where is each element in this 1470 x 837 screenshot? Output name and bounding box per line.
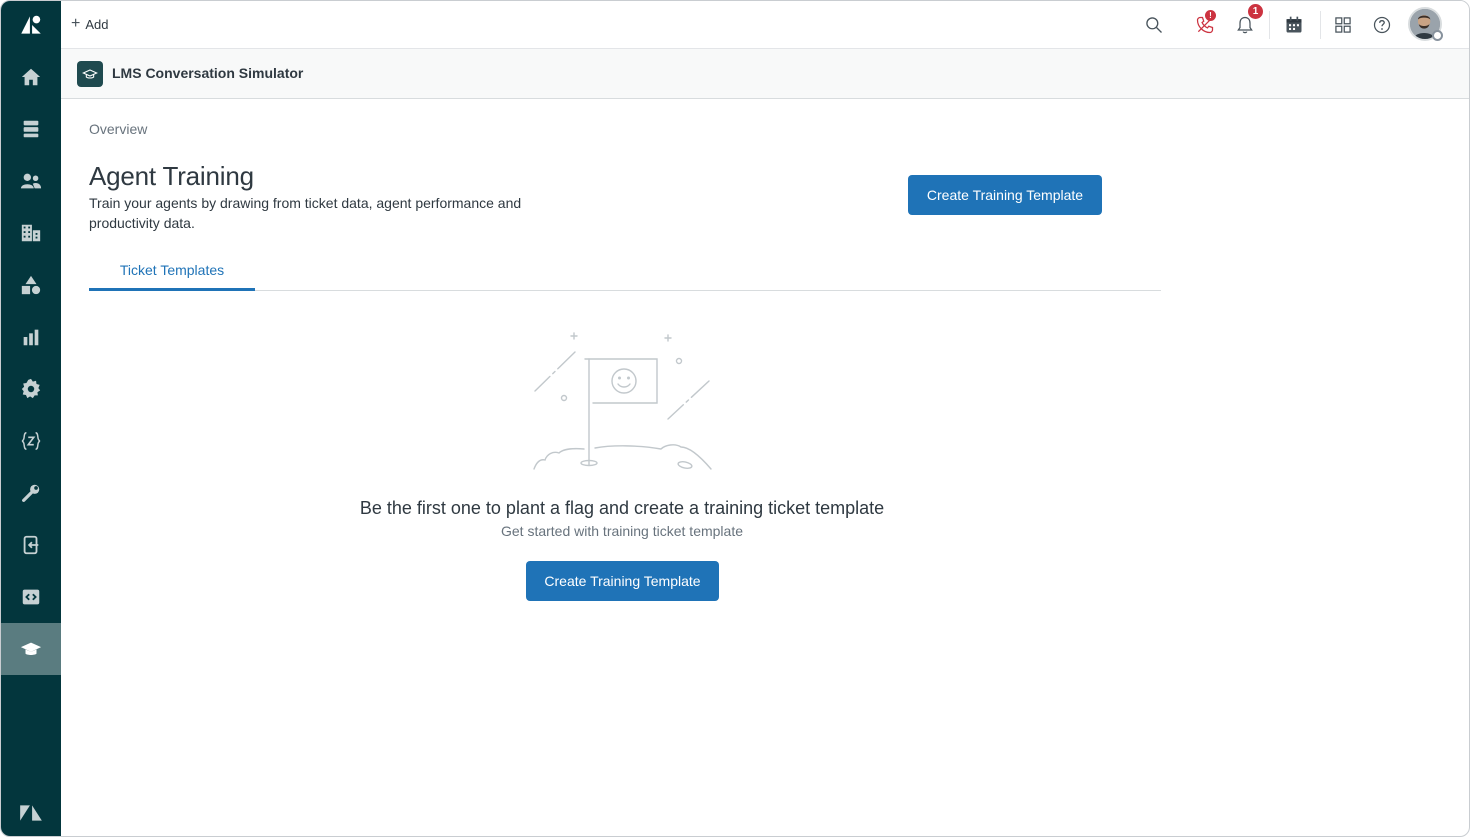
- page-title: Agent Training: [89, 161, 254, 191]
- zendesk-product-logo[interactable]: [1, 1, 61, 49]
- home-icon: [21, 68, 41, 86]
- building-icon: [21, 224, 41, 242]
- sidebar-item-tools[interactable]: [1, 467, 61, 519]
- shapes-icon: [21, 275, 41, 295]
- apps-button[interactable]: [1329, 11, 1357, 39]
- sidebar-item-organizations[interactable]: [1, 207, 61, 259]
- topbar-divider: [1320, 11, 1321, 39]
- create-training-template-button[interactable]: Create Training Template: [908, 175, 1102, 215]
- breadcrumb[interactable]: Overview: [89, 121, 147, 137]
- sidebar-item-export[interactable]: [1, 519, 61, 571]
- sidebar-item-code[interactable]: [1, 571, 61, 623]
- search-icon: [1146, 17, 1162, 33]
- graduation-cap-icon: [20, 642, 42, 655]
- zendesk-logo-icon: [20, 805, 42, 821]
- sidebar-item-views[interactable]: [1, 103, 61, 155]
- views-icon: [23, 120, 39, 138]
- sidebar-item-objects[interactable]: [1, 259, 61, 311]
- phone-alert-badge: !: [1205, 10, 1216, 21]
- availability-status-dot: [1432, 30, 1443, 41]
- sidebar-item-admin[interactable]: [1, 363, 61, 415]
- sidebar-item-training[interactable]: [1, 623, 61, 675]
- calendar-icon: [1286, 16, 1302, 33]
- wrench-icon: [22, 484, 40, 502]
- tab-ticket-templates[interactable]: Ticket Templates: [89, 251, 255, 291]
- top-bar: + Add ! 1: [61, 1, 1469, 49]
- plant-flag-illustration: [533, 332, 712, 470]
- app-window: + Add ! 1 LMS Conversation Simulator Ove…: [0, 0, 1470, 837]
- main-content: Overview Agent Training Train your agent…: [61, 99, 1447, 836]
- product-tray-icon: [21, 15, 41, 34]
- empty-state-title: Be the first one to plant a flag and cre…: [359, 498, 885, 518]
- notifications-badge: 1: [1248, 4, 1263, 19]
- export-icon: [23, 535, 39, 555]
- sidebar: [1, 1, 61, 836]
- topbar-divider: [1269, 11, 1270, 39]
- curly-z-icon: [21, 432, 41, 450]
- code-icon: [22, 589, 40, 605]
- apps-grid-icon: [1335, 17, 1351, 33]
- help-icon: [1373, 16, 1391, 34]
- sidebar-item-customers[interactable]: [1, 155, 61, 207]
- empty-state-create-button[interactable]: Create Training Template: [526, 561, 719, 601]
- zendesk-logo: [1, 789, 61, 836]
- app-logo: [77, 61, 103, 87]
- help-button[interactable]: [1368, 11, 1396, 39]
- page-description: Train your agents by drawing from ticket…: [89, 195, 522, 231]
- gear-icon: [21, 378, 41, 399]
- sidebar-item-sunshine[interactable]: [1, 415, 61, 467]
- bar-chart-icon: [23, 329, 39, 346]
- plus-icon: +: [71, 15, 81, 32]
- graduation-cap-icon: [82, 69, 98, 79]
- add-button[interactable]: + Add: [71, 13, 108, 35]
- add-button-label: Add: [85, 16, 109, 32]
- app-title: LMS Conversation Simulator: [112, 65, 304, 81]
- sidebar-item-reporting[interactable]: [1, 311, 61, 363]
- users-icon: [20, 173, 42, 189]
- sidebar-item-home[interactable]: [1, 51, 61, 103]
- calendar-button[interactable]: [1280, 11, 1308, 39]
- search-button[interactable]: [1140, 11, 1168, 39]
- app-header: LMS Conversation Simulator: [61, 49, 1469, 99]
- empty-state-subtitle: Get started with training ticket templat…: [501, 523, 743, 539]
- tab-list: Ticket Templates: [89, 251, 1161, 291]
